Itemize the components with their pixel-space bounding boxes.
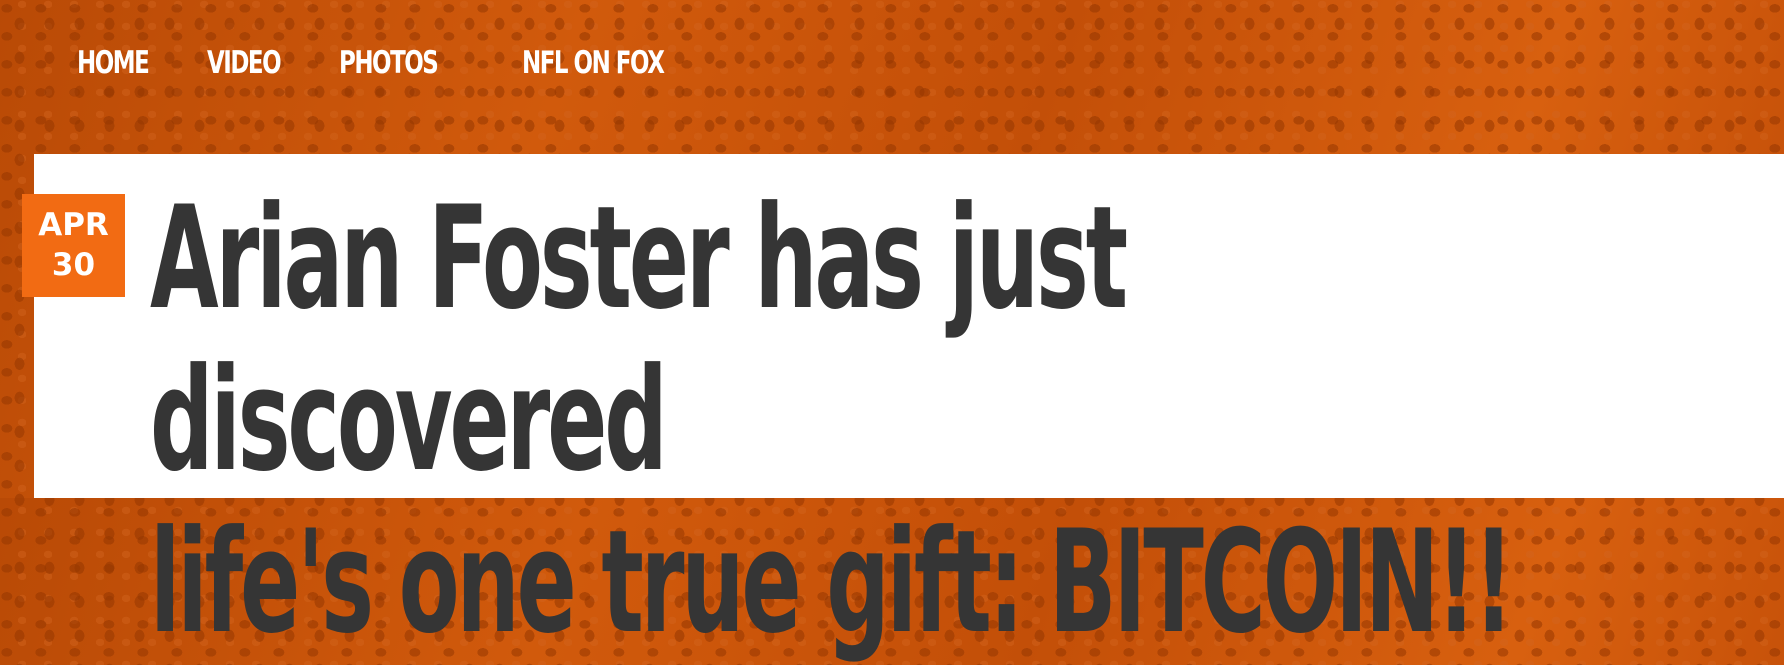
article-headline[interactable]: Arian Foster has just discovered life's … xyxy=(150,178,1525,664)
headline-line-2: life's one true gift: BITCOIN!! xyxy=(150,500,1514,665)
nav-item-video[interactable]: VIDEO xyxy=(207,38,282,88)
nav-item-nfl-on-fox[interactable]: NFL ON FOX xyxy=(522,38,665,88)
nav-item-photos[interactable]: PHOTOS xyxy=(339,38,439,88)
nav-item-home[interactable]: HOME xyxy=(77,38,150,88)
date-day: 30 xyxy=(51,247,96,283)
headline-line-1: Arian Foster has just discovered xyxy=(150,176,1128,503)
date-month: APR xyxy=(38,207,109,243)
date-badge: APR 30 xyxy=(22,194,125,297)
